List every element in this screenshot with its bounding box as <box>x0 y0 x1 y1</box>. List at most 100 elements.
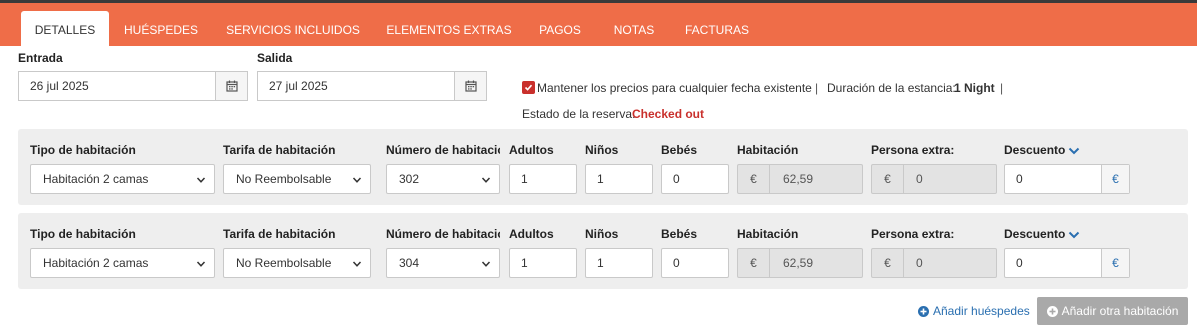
adults-input[interactable]: 1 <box>509 164 577 194</box>
rate-label: Tarifa de habitación <box>223 227 336 241</box>
chevron-down-icon <box>352 258 362 272</box>
tab-notas[interactable]: NOTAS <box>600 11 668 49</box>
chevron-down-icon <box>196 258 206 272</box>
tab-servicios-incluidos[interactable]: SERVICIOS INCLUIDOS <box>216 11 370 49</box>
children-value: 1 <box>597 256 604 270</box>
adults-value: 1 <box>521 172 528 186</box>
extra-person-value: 0 <box>916 172 923 186</box>
room-number-select[interactable]: 304 <box>386 248 500 278</box>
room-panel: Tipo de habitación Tarifa de habitación … <box>18 213 1188 289</box>
calendar-icon[interactable] <box>215 72 247 100</box>
chevron-down-icon <box>481 258 491 272</box>
rate-value: No Reembolsable <box>236 256 332 270</box>
separator: | <box>1000 81 1004 95</box>
chevron-down-icon <box>196 174 206 188</box>
room-price-field: € 62,59 <box>737 164 863 194</box>
euro-symbol: € <box>872 165 904 193</box>
plus-circle-icon <box>918 305 929 317</box>
entrada-date-field[interactable]: 26 jul 2025 <box>18 71 248 101</box>
room-number-select[interactable]: 302 <box>386 164 500 194</box>
discount-label: Descuento <box>1004 143 1066 157</box>
keep-prices-checkbox[interactable] <box>522 81 535 94</box>
tab-pagos[interactable]: PAGOS <box>528 11 592 49</box>
extra-person-field: € 0 <box>871 248 997 278</box>
babies-label: Bebés <box>661 227 698 241</box>
babies-value: 0 <box>673 256 680 270</box>
extra-person-field: € 0 <box>871 164 997 194</box>
calendar-icon[interactable] <box>454 72 486 100</box>
add-room-label: Añadir otra habitación <box>1061 304 1179 318</box>
children-label: Niños <box>585 227 619 241</box>
room-panel: Tipo de habitación Tarifa de habitación … <box>18 129 1188 205</box>
keep-prices-label: Mantener los precios para cualquier fech… <box>537 81 812 95</box>
add-room-button[interactable]: Añadir otra habitación <box>1037 297 1188 325</box>
room-price-value: 62,59 <box>783 172 814 186</box>
discount-input[interactable]: 0 € <box>1004 248 1130 278</box>
room-price-label: Habitación <box>737 143 799 157</box>
separator: | <box>815 81 819 95</box>
tab-huespedes[interactable]: HUÉSPEDES <box>114 11 208 49</box>
salida-label: Salida <box>257 51 293 65</box>
duration-value: 1 Night <box>954 81 995 95</box>
room-type-label: Tipo de habitación <box>30 227 136 241</box>
status-label: Estado de la reserva: <box>522 107 636 121</box>
extra-person-value: 0 <box>916 256 923 270</box>
rate-select[interactable]: No Reembolsable <box>223 248 371 278</box>
room-type-select[interactable]: Habitación 2 camas <box>30 248 215 278</box>
children-label: Niños <box>585 143 619 157</box>
babies-label: Bebés <box>661 143 698 157</box>
adults-value: 1 <box>521 256 528 270</box>
discount-value: 0 <box>1016 256 1023 270</box>
rate-label: Tarifa de habitación <box>223 143 336 157</box>
room-type-value: Habitación 2 camas <box>43 172 149 186</box>
tab-detalles[interactable]: DETALLES <box>21 11 109 49</box>
extra-person-label: Persona extra: <box>871 227 955 241</box>
entrada-label: Entrada <box>18 51 63 65</box>
room-price-field: € 62,59 <box>737 248 863 278</box>
room-price-value: 62,59 <box>783 256 814 270</box>
room-number-value: 302 <box>399 172 420 186</box>
tab-elementos-extras[interactable]: ELEMENTOS EXTRAS <box>378 11 520 49</box>
entrada-date-value: 26 jul 2025 <box>30 79 89 93</box>
tab-facturas[interactable]: FACTURAS <box>676 11 758 49</box>
discount-input[interactable]: 0 € <box>1004 164 1130 194</box>
room-type-value: Habitación 2 camas <box>43 256 149 270</box>
babies-value: 0 <box>673 172 680 186</box>
top-navigation-bar: DETALLES HUÉSPEDES SERVICIOS INCLUIDOS E… <box>0 0 1197 49</box>
room-number-label: Número de habitación <box>386 227 500 241</box>
chevron-down-icon[interactable] <box>1068 229 1080 243</box>
check-icon <box>524 84 533 91</box>
room-number-label: Número de habitación <box>386 143 500 157</box>
babies-input[interactable]: 0 <box>661 248 729 278</box>
room-type-select[interactable]: Habitación 2 camas <box>30 164 215 194</box>
euro-symbol: € <box>738 249 770 277</box>
duration-label: Duración de la estancia: <box>827 81 956 95</box>
add-guests-link[interactable]: Añadir huéspedes <box>918 304 1030 318</box>
rate-select[interactable]: No Reembolsable <box>223 164 371 194</box>
salida-date-field[interactable]: 27 jul 2025 <box>257 71 487 101</box>
status-badge: Checked out <box>632 107 705 121</box>
discount-currency-toggle[interactable]: € <box>1101 165 1129 193</box>
add-guests-label: Añadir huéspedes <box>933 304 1030 318</box>
euro-symbol: € <box>738 165 770 193</box>
chevron-down-icon[interactable] <box>1068 145 1080 159</box>
adults-input[interactable]: 1 <box>509 248 577 278</box>
discount-label: Descuento <box>1004 227 1066 241</box>
chevron-down-icon <box>352 174 362 188</box>
adults-label: Adultos <box>509 143 554 157</box>
children-input[interactable]: 1 <box>585 164 653 194</box>
children-value: 1 <box>597 172 604 186</box>
discount-currency-toggle[interactable]: € <box>1101 249 1129 277</box>
room-number-value: 304 <box>399 256 420 270</box>
babies-input[interactable]: 0 <box>661 164 729 194</box>
plus-circle-icon <box>1046 305 1058 317</box>
discount-value: 0 <box>1016 172 1023 186</box>
room-price-label: Habitación <box>737 227 799 241</box>
children-input[interactable]: 1 <box>585 248 653 278</box>
rate-value: No Reembolsable <box>236 172 332 186</box>
salida-date-value: 27 jul 2025 <box>269 79 328 93</box>
adults-label: Adultos <box>509 227 554 241</box>
room-type-label: Tipo de habitación <box>30 143 136 157</box>
euro-symbol: € <box>872 249 904 277</box>
chevron-down-icon <box>481 174 491 188</box>
